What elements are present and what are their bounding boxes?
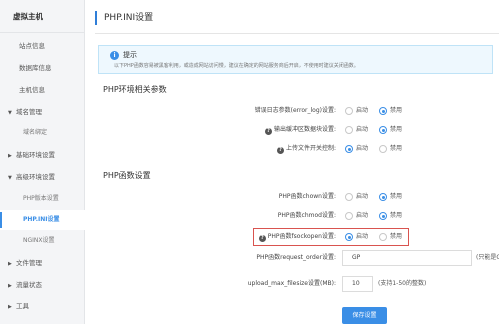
setting-label: ? PHP函数fsockopen设置: xyxy=(258,230,336,244)
sidebar-item-nginx[interactable]: NGINX设置 xyxy=(0,231,85,251)
page-title: PHP.INI设置 xyxy=(95,11,153,25)
chevron-right-icon: ▶ xyxy=(8,283,12,289)
chevron-right-icon: ▶ xyxy=(8,153,12,159)
setting-label: ? 上传文件开关控制: xyxy=(276,142,336,156)
setting-row-chmod: PHP函数chmod设置: 启动 禁用 xyxy=(85,209,499,223)
func-section-title: PHP函数设置 xyxy=(103,171,151,180)
sidebar-item-label: 文件管理 xyxy=(16,259,42,267)
setting-row-file-upload: ? 上传文件开关控制: 启动 禁用 xyxy=(85,142,499,156)
sidebar-item-label: PHP版本设置 xyxy=(23,195,59,202)
sidebar-item-label: 域名绑定 xyxy=(23,129,48,136)
save-button[interactable]: 保存设置 xyxy=(342,307,387,324)
setting-row-fsockopen: ? PHP函数fsockopen设置: 启动 禁用 xyxy=(85,230,499,244)
sidebar-item-php-version[interactable]: PHP版本设置 xyxy=(0,189,85,209)
setting-label: ? 输出缓冲区数据块设置: xyxy=(264,123,336,137)
tip-box: i 提示 以下PHP函数容易被黑客利用，或造成网站访问慢，建议在确定的网站服务商… xyxy=(98,45,493,74)
sidebar-item-domain-management[interactable]: ▼ 域名管理 xyxy=(0,102,85,122)
sidebar-item-traffic-status[interactable]: ▶ 流量状态 xyxy=(0,275,85,295)
chevron-right-icon: ▶ xyxy=(8,304,12,310)
sidebar-item-file-management[interactable]: ▶ 文件管理 xyxy=(0,253,85,273)
setting-label: PHP函数chown设置: xyxy=(278,193,336,200)
sidebar-header: 虚拟主机 xyxy=(0,0,84,33)
sidebar-item-label: 数据库信息 xyxy=(19,64,52,72)
sidebar-item-basic-env[interactable]: ▶ 基础环境设置 xyxy=(0,145,85,165)
request-order-tip: (只能是GPC组合 xyxy=(476,254,499,261)
enable-label: 启动 xyxy=(356,233,369,240)
enable-label: 启动 xyxy=(356,212,369,219)
disable-radio[interactable] xyxy=(379,107,387,115)
sidebar-item-label: 主机信息 xyxy=(19,86,45,94)
enable-radio[interactable] xyxy=(345,107,353,115)
enable-label: 启动 xyxy=(356,126,369,133)
setting-row-output-buffer: ? 输出缓冲区数据块设置: 启动 禁用 xyxy=(85,123,499,137)
sidebar-item-label: PHP.INI设置 xyxy=(23,216,60,223)
sidebar-item-database-info[interactable]: 数据库信息 xyxy=(0,58,85,78)
disable-radio[interactable] xyxy=(379,126,387,134)
sidebar-item-host-info[interactable]: 主机信息 xyxy=(0,80,85,100)
disable-label: 禁用 xyxy=(390,212,403,219)
main-content: PHP.INI设置 i 提示 以下PHP函数容易被黑客利用，或造成网站访问慢，建… xyxy=(85,0,499,324)
disable-label: 禁用 xyxy=(390,193,403,200)
upload-max-tip: (支持1-50的整数) xyxy=(378,280,427,287)
setting-row-upload-max: upload_max_filesize设置(MB): 10 (支持1-50的整数… xyxy=(85,276,499,292)
setting-label: PHP函数request_order设置: xyxy=(256,254,336,261)
setting-label: PHP函数chmod设置: xyxy=(277,212,336,219)
disable-label: 禁用 xyxy=(390,126,403,133)
setting-row-error-log: 错误日志参数(error_log)设置: 启动 禁用 xyxy=(85,104,499,118)
sidebar: 虚拟主机 站点信息 数据库信息 主机信息 ▼ 域名管理 域名绑定 ▶ 基础环境设置 … xyxy=(0,0,85,324)
request-order-input[interactable]: GP xyxy=(342,250,472,266)
sidebar-item-label: 域名管理 xyxy=(16,108,42,116)
enable-radio[interactable] xyxy=(345,126,353,134)
sidebar-item-advanced-env[interactable]: ▼ 高级环境设置 xyxy=(0,167,85,187)
sidebar-item-php-ini[interactable]: PHP.INI设置 xyxy=(0,210,85,230)
sidebar-item-site-info[interactable]: 站点信息 xyxy=(0,36,85,56)
disable-radio[interactable] xyxy=(379,233,387,241)
disable-label: 禁用 xyxy=(390,107,403,114)
sidebar-item-tools[interactable]: ▶ 工具 xyxy=(0,296,85,316)
setting-label: 错误日志参数(error_log)设置: xyxy=(254,107,336,114)
enable-label: 启动 xyxy=(356,145,369,152)
help-icon[interactable]: ? xyxy=(276,147,284,154)
info-icon: i xyxy=(110,51,119,60)
sidebar-item-label: 基础环境设置 xyxy=(16,151,55,159)
chevron-down-icon: ▼ xyxy=(8,175,12,181)
enable-radio[interactable] xyxy=(345,233,353,241)
disable-radio[interactable] xyxy=(379,193,387,201)
disable-radio[interactable] xyxy=(379,212,387,220)
enable-radio[interactable] xyxy=(345,193,353,201)
sidebar-item-label: NGINX设置 xyxy=(23,237,55,244)
tip-text: 以下PHP函数容易被黑客利用，或造成网站访问慢，建议在确定的网站服务商后开启，不… xyxy=(114,63,359,69)
setting-row-request-order: PHP函数request_order设置: GP (只能是GPC组合 xyxy=(85,250,499,266)
sidebar-item-label: 高级环境设置 xyxy=(16,173,55,181)
enable-label: 启动 xyxy=(356,193,369,200)
setting-label: upload_max_filesize设置(MB): xyxy=(247,280,336,287)
chevron-right-icon: ▶ xyxy=(8,261,12,267)
tip-title: 提示 xyxy=(123,51,137,59)
disable-label: 禁用 xyxy=(390,145,403,152)
enable-label: 启动 xyxy=(356,107,369,114)
sidebar-item-label: 工具 xyxy=(16,302,29,310)
sidebar-item-domain-binding[interactable]: 域名绑定 xyxy=(0,123,85,143)
enable-radio[interactable] xyxy=(345,145,353,153)
upload-max-input[interactable]: 10 xyxy=(342,276,373,292)
help-icon[interactable]: ? xyxy=(264,128,272,135)
disable-label: 禁用 xyxy=(390,233,403,240)
enable-radio[interactable] xyxy=(345,212,353,220)
disable-radio[interactable] xyxy=(379,145,387,153)
env-section-title: PHP环境相关参数 xyxy=(103,85,167,94)
chevron-down-icon: ▼ xyxy=(8,110,12,116)
setting-row-chown: PHP函数chown设置: 启动 禁用 xyxy=(85,190,499,204)
sidebar-item-label: 站点信息 xyxy=(19,42,45,50)
help-icon[interactable]: ? xyxy=(258,235,266,242)
title-divider xyxy=(95,33,499,34)
sidebar-item-label: 流量状态 xyxy=(16,281,42,289)
